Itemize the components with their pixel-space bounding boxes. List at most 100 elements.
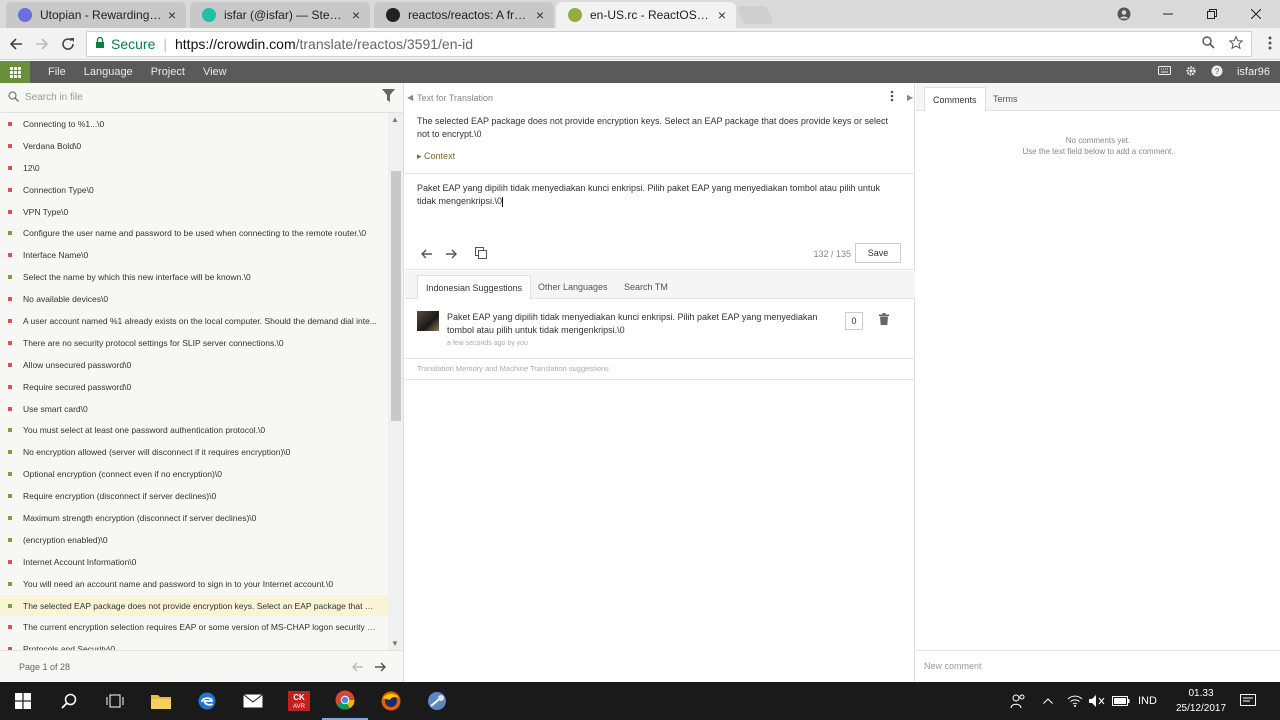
tab-close-icon[interactable]: × [168, 7, 176, 23]
suggestion-text[interactable]: Paket EAP yang dipilih tidak menyediakan… [447, 311, 827, 337]
settings-gear-icon[interactable] [1185, 65, 1197, 80]
context-toggle[interactable]: ▸ Context [417, 151, 455, 162]
url-field[interactable]: Secure | https://crowdin.com/translate/r… [86, 31, 1252, 57]
save-button[interactable]: Save [855, 243, 901, 263]
tab-comments[interactable]: Comments [924, 87, 986, 111]
string-row[interactable]: No available devices\0 [0, 288, 388, 310]
forward-icon[interactable] [30, 32, 54, 56]
tab-other-languages[interactable]: Other Languages [530, 275, 616, 299]
trash-icon[interactable] [879, 313, 889, 328]
string-row[interactable]: There are no security protocol settings … [0, 332, 388, 354]
notifications-icon[interactable] [1240, 682, 1256, 720]
next-string-icon[interactable] [445, 246, 457, 262]
string-row[interactable]: Interface Name\0 [0, 244, 388, 266]
reload-icon[interactable] [56, 32, 80, 56]
file-explorer-icon[interactable] [138, 682, 184, 720]
translation-textarea[interactable]: Paket EAP yang dipilih tidak menyediakan… [417, 182, 895, 208]
string-row[interactable]: Maximum strength encryption (disconnect … [0, 507, 388, 529]
browser-tab-github[interactable]: reactos/reactos: A free W × [374, 2, 554, 28]
menu-project[interactable]: Project [151, 66, 185, 78]
browser-tab-steemit[interactable]: isfar (@isfar) — Steemit × [190, 2, 370, 28]
keyboard-icon[interactable] [1157, 66, 1171, 78]
browser-tab-crowdin[interactable]: en-US.rc - ReactOS - Cro × [556, 2, 736, 28]
string-row[interactable]: Use smart card\0 [0, 398, 388, 420]
username[interactable]: isfar96 [1237, 66, 1270, 78]
string-row[interactable]: You will need an account name and passwo… [0, 573, 388, 595]
string-row[interactable]: Verdana Bold\0 [0, 135, 388, 157]
tab-search-tm[interactable]: Search TM [616, 275, 676, 299]
string-row[interactable]: Optional encryption (connect even if no … [0, 463, 388, 485]
network-icon[interactable] [1067, 682, 1083, 720]
menu-file[interactable]: File [48, 66, 66, 78]
apps-grid-icon[interactable] [0, 61, 30, 83]
people-icon[interactable] [1010, 682, 1026, 720]
new-tab-button[interactable] [736, 6, 774, 24]
menu-language[interactable]: Language [84, 66, 133, 78]
bookmark-star-icon[interactable] [1228, 35, 1244, 52]
mail-icon[interactable] [230, 682, 276, 720]
restore-icon[interactable] [1190, 0, 1234, 28]
string-row[interactable]: Allow unsecured password\0 [0, 354, 388, 376]
tab-indonesian-suggestions[interactable]: Indonesian Suggestions [417, 275, 532, 299]
profile-icon[interactable] [1102, 0, 1146, 28]
tab-close-icon[interactable]: × [536, 7, 544, 23]
strings-scrollbar[interactable]: ▲ ▼ [388, 113, 403, 650]
search-input[interactable]: Search in file [25, 92, 83, 103]
previous-string-icon[interactable] [421, 246, 433, 262]
tab-close-icon[interactable]: × [718, 7, 726, 23]
vote-count[interactable]: 0 [845, 312, 863, 330]
edge-icon[interactable] [184, 682, 230, 720]
string-row[interactable]: Select the name by which this new interf… [0, 266, 388, 288]
scroll-down-icon[interactable]: ▼ [391, 639, 399, 648]
clock[interactable]: 01.33 25/12/2017 [1168, 686, 1234, 716]
new-comment-input[interactable]: New comment [916, 650, 1280, 682]
chrome-icon[interactable] [322, 682, 368, 720]
chrome-menu-icon[interactable] [1268, 36, 1272, 55]
collapse-left-icon[interactable]: ◀ [407, 93, 413, 102]
menu-view[interactable]: View [203, 66, 227, 78]
search-icon[interactable] [46, 682, 92, 720]
string-row[interactable]: The selected EAP package does not provid… [0, 594, 388, 617]
zoom-icon[interactable] [1202, 36, 1215, 52]
string-row[interactable]: The current encryption selection require… [0, 616, 388, 638]
app-icon[interactable] [414, 682, 460, 720]
browser-tab-utopian[interactable]: Utopian - Rewarding Op × [6, 2, 186, 28]
string-row[interactable]: A user account named %1 already exists o… [0, 310, 388, 332]
string-row[interactable]: Configure the user name and password to … [0, 222, 388, 244]
close-window-icon[interactable] [1234, 0, 1278, 28]
language-indicator[interactable]: IND [1138, 682, 1157, 720]
string-row[interactable]: Connection Type\0 [0, 179, 388, 201]
string-row[interactable]: You must select at least one password au… [0, 419, 388, 441]
scroll-up-icon[interactable]: ▲ [391, 115, 399, 124]
more-options-icon[interactable] [890, 89, 894, 105]
suggestion-item[interactable]: Paket EAP yang dipilih tidak menyediakan… [405, 299, 915, 359]
string-row[interactable]: No encryption allowed (server will disco… [0, 441, 388, 463]
string-row[interactable]: 12\0 [0, 157, 388, 179]
back-icon[interactable] [4, 32, 28, 56]
scrollbar-thumb[interactable] [391, 171, 401, 421]
string-row[interactable]: Connecting to %1...\0 [0, 113, 388, 135]
filter-icon[interactable] [382, 89, 395, 107]
string-row[interactable]: Internet Account Information\0 [0, 551, 388, 573]
tab-close-icon[interactable]: × [352, 7, 360, 23]
string-row[interactable]: (encryption enabled)\0 [0, 529, 388, 551]
firefox-icon[interactable] [368, 682, 414, 720]
windows-start-icon[interactable] [0, 682, 46, 720]
search-bar[interactable]: Search in file [0, 83, 403, 113]
ckavr-app-icon[interactable]: CK AVR [276, 682, 322, 720]
task-view-icon[interactable] [92, 682, 138, 720]
help-icon[interactable]: ? [1211, 65, 1223, 80]
string-row[interactable]: Require secured password\0 [0, 376, 388, 398]
string-row[interactable]: Require encryption (disconnect if server… [0, 485, 388, 507]
copy-source-icon[interactable] [475, 246, 487, 262]
volume-muted-icon[interactable] [1089, 682, 1105, 720]
minimize-icon[interactable] [1146, 0, 1190, 28]
string-row[interactable]: Protocols and Security\0 [0, 638, 388, 650]
battery-icon[interactable] [1112, 682, 1130, 720]
string-row[interactable]: VPN Type\0 [0, 201, 388, 223]
collapse-right-icon[interactable]: ▶ [907, 93, 913, 102]
tab-terms[interactable]: Terms [985, 87, 1026, 111]
chevron-up-icon[interactable] [1043, 682, 1053, 720]
prev-page-icon[interactable] [352, 659, 364, 675]
next-page-icon[interactable] [374, 659, 386, 675]
